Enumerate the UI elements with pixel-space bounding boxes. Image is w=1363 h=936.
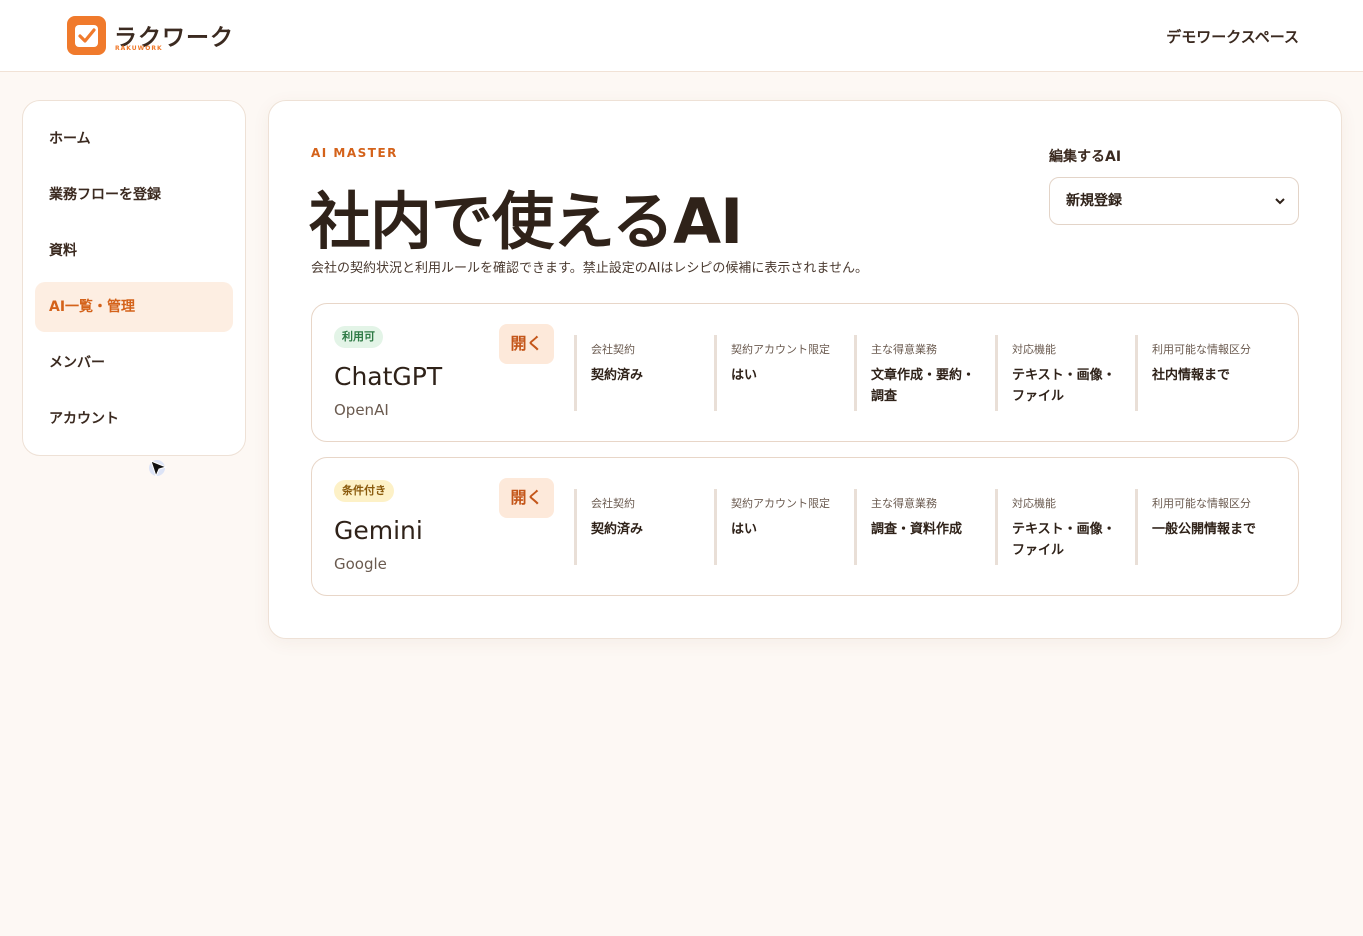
attr-label: 契約アカウント限定 — [731, 343, 830, 356]
status-badge: 利用可 — [334, 326, 383, 348]
ai-card-gemini: 条件付き Gemini Google 開く 会社契約 契約済み 契約アカウント限… — [311, 457, 1299, 596]
ai-name: ChatGPT — [334, 362, 443, 391]
workspace-name[interactable]: デモワークスペース — [1166, 26, 1299, 47]
attr-label: 会社契約 — [591, 497, 635, 510]
attr-company-contract: 会社契約 契約済み — [574, 335, 704, 411]
ai-vendor: Google — [334, 555, 387, 573]
attr-value: テキスト・画像・ファイル — [1012, 368, 1116, 404]
attr-label: 主な得意業務 — [871, 497, 937, 510]
attr-label: 契約アカウント限定 — [731, 497, 830, 510]
page-title: 社内で使えるAI — [309, 185, 743, 258]
main-panel: AI MASTER 社内で使えるAI 会社の契約状況と利用ルールを確認できます。… — [268, 100, 1342, 639]
chevron-down-icon — [1275, 198, 1285, 205]
attr-value: はい — [731, 368, 758, 383]
attr-value: 一般公開情報まで — [1152, 522, 1257, 537]
attr-value: 契約済み — [591, 522, 644, 537]
attr-info-level: 利用可能な情報区分 一般公開情報まで — [1135, 489, 1265, 565]
attr-info-level: 利用可能な情報区分 社内情報まで — [1135, 335, 1265, 411]
attr-label: 主な得意業務 — [871, 343, 937, 356]
attr-features: 対応機能 テキスト・画像・ファイル — [995, 489, 1125, 565]
sidebar-item-ai-management[interactable]: AI一覧・管理 — [35, 282, 233, 332]
ai-card-chatgpt: 利用可 ChatGPT OpenAI 開く 会社契約 契約済み 契約アカウント限… — [311, 303, 1299, 442]
attr-main-tasks: 主な得意業務 調査・資料作成 — [854, 489, 984, 565]
attr-value: はい — [731, 522, 758, 537]
attr-label: 利用可能な情報区分 — [1152, 497, 1251, 510]
attr-label: 利用可能な情報区分 — [1152, 343, 1251, 356]
ai-select-value: 新規登録 — [1066, 193, 1122, 209]
attr-value: 契約済み — [591, 368, 644, 383]
attr-label: 会社契約 — [591, 343, 635, 356]
attr-company-contract: 会社契約 契約済み — [574, 489, 704, 565]
page-subtitle: 会社の契約状況と利用ルールを確認できます。禁止設定のAIはレシピの候補に表示され… — [311, 261, 869, 276]
brand-subtitle: RAKUWORK — [115, 45, 163, 52]
sidebar-item-documents[interactable]: 資料 — [35, 226, 233, 276]
attr-value: テキスト・画像・ファイル — [1012, 522, 1116, 558]
attr-account-limited: 契約アカウント限定 はい — [714, 489, 844, 565]
check-icon[interactable] — [67, 16, 106, 55]
sidebar-item-register-flow[interactable]: 業務フローを登録 — [35, 170, 233, 220]
attr-value: 文章作成・要約・調査 — [871, 368, 976, 404]
section-eyebrow: AI MASTER — [311, 146, 398, 160]
attr-value: 調査・資料作成 — [871, 522, 963, 537]
ai-select-label: 編集するAI — [1049, 149, 1122, 165]
ai-vendor: OpenAI — [334, 401, 389, 419]
attr-value: 社内情報まで — [1152, 368, 1231, 383]
attr-features: 対応機能 テキスト・画像・ファイル — [995, 335, 1125, 411]
attr-main-tasks: 主な得意業務 文章作成・要約・調査 — [854, 335, 984, 411]
attr-label: 対応機能 — [1012, 497, 1056, 510]
ai-name: Gemini — [334, 516, 423, 545]
status-badge: 条件付き — [334, 480, 394, 502]
open-button[interactable]: 開く — [499, 324, 554, 364]
top-bar: ラクワーク RAKUWORK デモワークスペース — [0, 0, 1363, 72]
attr-label: 対応機能 — [1012, 343, 1056, 356]
attr-account-limited: 契約アカウント限定 はい — [714, 335, 844, 411]
sidebar-item-home[interactable]: ホーム — [35, 114, 233, 164]
sidebar: ホーム 業務フローを登録 資料 AI一覧・管理 メンバー アカウント — [22, 100, 246, 456]
ai-select[interactable]: 新規登録 — [1049, 177, 1299, 225]
sidebar-item-members[interactable]: メンバー — [35, 338, 233, 388]
mouse-cursor-icon — [148, 458, 170, 484]
sidebar-item-account[interactable]: アカウント — [35, 394, 233, 444]
open-button[interactable]: 開く — [499, 478, 554, 518]
